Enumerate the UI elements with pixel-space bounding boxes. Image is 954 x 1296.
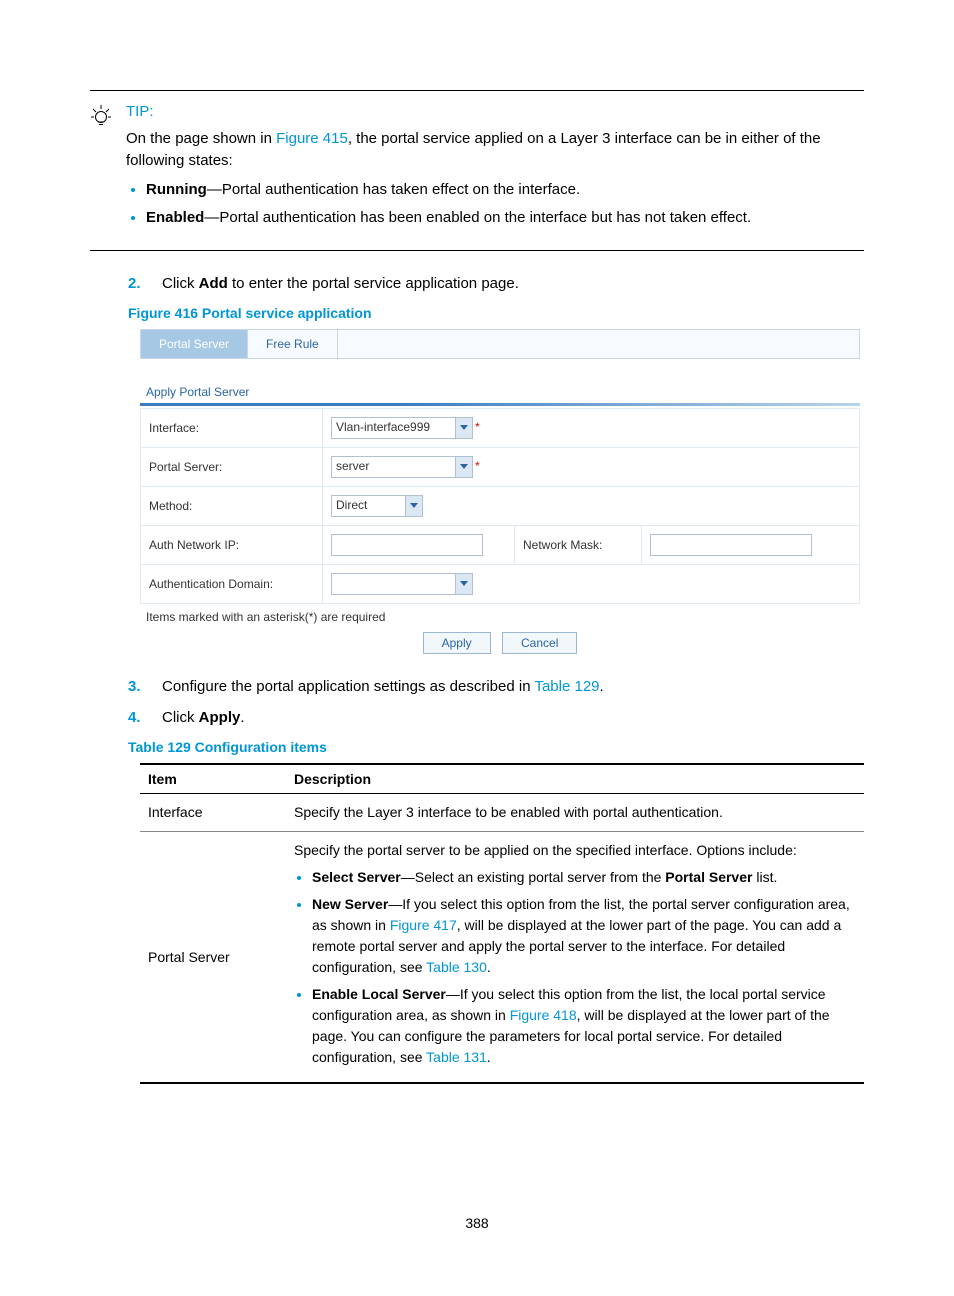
page-number: 388: [0, 1215, 954, 1231]
label-auth-domain: Authentication Domain:: [141, 565, 323, 604]
figure-416: Portal Server Free Rule Apply Portal Ser…: [140, 329, 860, 654]
figure-link-418[interactable]: Figure 418: [510, 1007, 577, 1023]
required-mark: *: [475, 459, 480, 473]
col-item: Item: [140, 764, 286, 794]
cancel-button[interactable]: Cancel: [502, 632, 577, 654]
label-portal-server: Portal Server:: [141, 448, 323, 487]
tip-bullet-enabled: Enabled—Portal authentication has been e…: [146, 207, 864, 230]
chevron-down-icon: [405, 496, 422, 516]
table-row: Interface Specify the Layer 3 interface …: [140, 794, 864, 832]
tip-label: TIP:: [126, 101, 864, 124]
tip-intro: On the page shown in Figure 415, the por…: [126, 128, 864, 173]
auth-ip-input[interactable]: [331, 534, 483, 556]
table-row: Portal Server Specify the portal server …: [140, 832, 864, 1084]
step-4: 4. Click Apply.: [128, 707, 864, 730]
tip-bullet-running: Running—Portal authentication has taken …: [146, 179, 864, 202]
apply-button[interactable]: Apply: [423, 632, 491, 654]
tab-free-rule[interactable]: Free Rule: [248, 330, 338, 358]
tab-portal-server[interactable]: Portal Server: [141, 330, 248, 358]
figure-link-415[interactable]: Figure 415: [276, 130, 348, 147]
method-select[interactable]: Direct: [331, 495, 423, 517]
col-description: Description: [286, 764, 864, 794]
label-network-mask: Network Mask:: [515, 526, 642, 565]
chevron-down-icon: [455, 418, 472, 438]
required-mark: *: [475, 420, 480, 434]
figure-caption-416: Figure 416 Portal service application: [128, 305, 864, 321]
network-mask-input[interactable]: [650, 534, 812, 556]
interface-select[interactable]: Vlan-interface999: [331, 417, 473, 439]
configuration-table: Item Description Interface Specify the L…: [140, 763, 864, 1084]
chevron-down-icon: [455, 457, 472, 477]
figure-link-417[interactable]: Figure 417: [390, 917, 457, 933]
required-note: Items marked with an asterisk(*) are req…: [146, 610, 860, 624]
label-method: Method:: [141, 487, 323, 526]
table-caption-129: Table 129 Configuration items: [128, 739, 864, 755]
table-link-130[interactable]: Table 130: [426, 959, 487, 975]
tip-block: TIP: On the page shown in Figure 415, th…: [90, 90, 864, 251]
chevron-down-icon: [455, 574, 472, 594]
table-link-129[interactable]: Table 129: [534, 678, 599, 695]
portal-server-select[interactable]: server: [331, 456, 473, 478]
label-interface: Interface:: [141, 409, 323, 448]
label-auth-ip: Auth Network IP:: [141, 526, 323, 565]
table-link-131[interactable]: Table 131: [426, 1049, 487, 1065]
step-3: 3. Configure the portal application sett…: [128, 676, 864, 699]
step-2: 2. Click Add to enter the portal service…: [128, 273, 864, 296]
tip-icon: [90, 101, 126, 134]
auth-domain-select[interactable]: [331, 573, 473, 595]
section-title: Apply Portal Server: [146, 385, 860, 399]
